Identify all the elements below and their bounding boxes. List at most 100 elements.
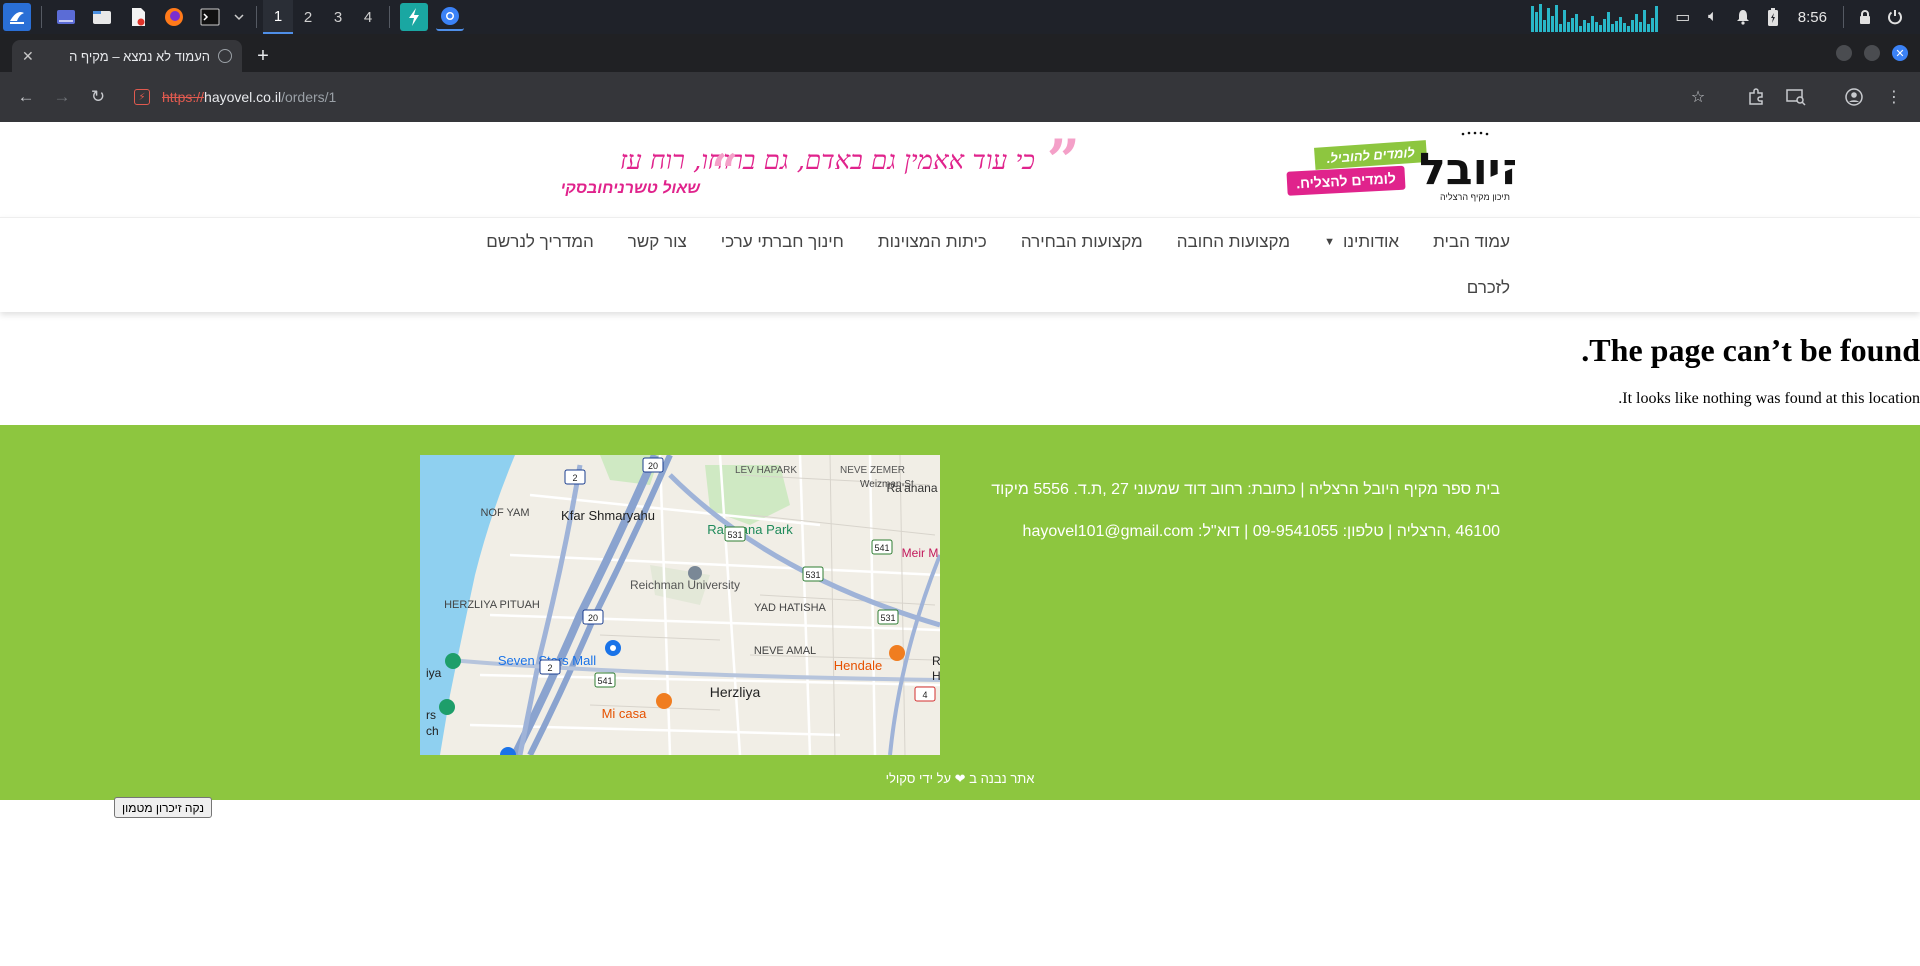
bell-icon[interactable] xyxy=(1728,0,1758,34)
cpu-bar xyxy=(1602,19,1606,32)
nav-item[interactable]: המדריך לנרשם xyxy=(469,232,610,252)
nav-item[interactable]: חינוך חברתי ערכי xyxy=(704,232,861,252)
cpu-bar xyxy=(1534,12,1538,32)
nav-item[interactable]: לזכרם xyxy=(1450,278,1510,298)
nav-item-label: מקצועות הבחירה xyxy=(1020,232,1143,251)
svg-text:20: 20 xyxy=(648,461,658,471)
nav-item-label: חינוך חברתי ערכי xyxy=(720,232,844,251)
nav-item[interactable]: צור קשר xyxy=(611,232,704,252)
text-editor-icon[interactable] xyxy=(124,3,152,31)
workspace-2[interactable]: 2 xyxy=(293,0,323,34)
map-place-label: Mi casa xyxy=(602,706,648,721)
map-place-label: Kfar Shmaryahu xyxy=(561,508,655,523)
workspace-4[interactable]: 4 xyxy=(353,0,383,34)
nav-row: עמוד הבית אודותינו ▼ מקצועות החובה מקצועות ה… xyxy=(469,232,1510,252)
browser-toolbar: ← → ↻ ⚡ https://hayovel.co.il/orders/1 ☆… xyxy=(0,72,1920,122)
chromium-icon[interactable] xyxy=(436,3,464,31)
screen-icon[interactable]: ▭ xyxy=(1668,0,1698,34)
nav-item-label: המדריך לנרשם xyxy=(486,232,594,251)
power-icon[interactable] xyxy=(1880,0,1910,34)
start-menu-icon[interactable] xyxy=(3,3,31,31)
cpu-bar xyxy=(1654,6,1658,32)
url-text[interactable]: https://hayovel.co.il/orders/1 xyxy=(162,89,336,105)
footer-credit[interactable]: אתר נבנה ב ❤ על ידי סקולי xyxy=(0,771,1920,787)
not-secure-icon[interactable]: ⚡ xyxy=(134,89,150,105)
volume-icon[interactable]: 🔈︎ xyxy=(1698,0,1728,34)
battery-icon[interactable] xyxy=(1758,0,1788,34)
map-place-label: NEVE AMAL xyxy=(754,645,816,657)
map-place-label: Ra'anana xyxy=(887,481,938,495)
media-search-icon[interactable] xyxy=(1778,79,1814,115)
taskbar-separator xyxy=(389,6,390,28)
map-place-label: Herzliya xyxy=(710,684,761,700)
web-page: לומדים להוביל. לומדים להצליח. היובל תיכו… xyxy=(0,122,1920,966)
map-road-shield: 2 xyxy=(564,469,586,485)
profile-icon[interactable] xyxy=(1836,79,1872,115)
desktop-icon[interactable] xyxy=(52,3,80,31)
bookmark-star-icon[interactable]: ☆ xyxy=(1680,79,1716,115)
cpu-bar xyxy=(1590,16,1594,32)
window-controls: ✕ xyxy=(1836,34,1920,72)
workspace-1[interactable]: 1 xyxy=(263,0,293,34)
close-icon[interactable]: ✕ xyxy=(22,48,34,65)
globe-icon xyxy=(218,49,232,63)
footer-address: בית ספר מקיף היובל הרצליה | כתובת: רחוב … xyxy=(991,481,1500,498)
chevron-down-icon[interactable] xyxy=(232,3,246,31)
close-window-button[interactable]: ✕ xyxy=(1892,45,1908,61)
extensions-icon[interactable] xyxy=(1738,79,1774,115)
site-logo[interactable]: לומדים להוביל. לומדים להצליח. היובל תיכו… xyxy=(1285,130,1531,210)
thunder-app-icon[interactable] xyxy=(400,3,428,31)
nav-item[interactable]: אודותינו ▼ xyxy=(1307,232,1416,252)
map-road-shield: 4 xyxy=(914,686,936,702)
forward-button[interactable]: → xyxy=(44,79,80,115)
toolbar-actions: ☆ ⋮ xyxy=(1680,79,1912,115)
browser-tab[interactable]: העמוד לא נמצא – מקיף ה ✕ xyxy=(12,40,242,72)
svg-text:531: 531 xyxy=(805,570,820,580)
file-manager-icon[interactable] xyxy=(88,3,116,31)
google-map[interactable]: LEV HAPARK NEVE ZEMER Weizman St Ra'anana NO… xyxy=(420,455,940,755)
terminal-icon[interactable] xyxy=(196,3,224,31)
footer-contact[interactable]: 46100 ,הרצליה | טלפון: 09-9541055 | דוא"… xyxy=(991,523,1500,541)
taskbar-left: 1234 xyxy=(0,0,468,34)
firefox-icon[interactable] xyxy=(160,3,188,31)
cpu-bar xyxy=(1606,12,1610,32)
cpu-bar xyxy=(1610,24,1614,32)
nav-item-label: כיתות המצוינות xyxy=(877,232,987,251)
map-place-label: NOF YAM xyxy=(480,507,529,519)
reload-button[interactable]: ↻ xyxy=(80,79,116,115)
map-road-shield: 531 xyxy=(802,566,824,582)
header-quote: ” כי עוד אאמין גם באדם, גם ברוחו, רוח עז… xyxy=(560,132,1080,210)
address-bar[interactable]: ⚡ https://hayovel.co.il/orders/1 xyxy=(124,79,1672,115)
nav-item[interactable]: מקצועות החובה xyxy=(1160,232,1307,252)
tab-title: העמוד לא נמצא – מקיף ה xyxy=(69,48,210,64)
map-road-shield: 531 xyxy=(877,609,899,625)
map-place-label: Ra'anana Park xyxy=(707,522,793,537)
svg-text:541: 541 xyxy=(874,543,889,553)
footer-contact-info: בית ספר מקיף היובל הרצליה | כתובת: רחוב … xyxy=(991,481,1500,565)
clock[interactable]: 8:56 xyxy=(1788,9,1837,26)
cpu-bar xyxy=(1562,10,1566,32)
svg-text:541: 541 xyxy=(597,676,612,686)
nav-item[interactable]: כיתות המצוינות xyxy=(861,232,1004,252)
cpu-bar xyxy=(1622,23,1626,32)
svg-text:2: 2 xyxy=(547,663,552,673)
menu-dots-icon[interactable]: ⋮ xyxy=(1876,79,1912,115)
nav-item[interactable]: מקצועות הבחירה xyxy=(1004,232,1160,252)
clear-cache-button[interactable]: נקה זיכרון מטמון xyxy=(114,797,213,818)
cpu-bar xyxy=(1650,18,1654,32)
back-button[interactable]: ← xyxy=(8,79,44,115)
lock-icon[interactable] xyxy=(1850,0,1880,34)
taskbar-right: ▭ 🔈︎ 8:56 xyxy=(1530,0,1920,34)
nav-item[interactable]: עמוד הבית xyxy=(1416,232,1510,252)
cpu-bar xyxy=(1558,24,1562,32)
map-road-shield: 531 xyxy=(724,526,746,542)
nav-item-label: עמוד הבית xyxy=(1433,232,1510,251)
workspace-3[interactable]: 3 xyxy=(323,0,353,34)
cpu-bar xyxy=(1538,4,1542,32)
map-place-label: rs xyxy=(426,708,436,722)
svg-text:היובל: היובל xyxy=(1419,144,1515,195)
cpu-bar xyxy=(1642,10,1646,32)
minimize-button[interactable] xyxy=(1836,45,1852,61)
maximize-button[interactable] xyxy=(1864,45,1880,61)
new-tab-button[interactable]: + xyxy=(248,40,278,72)
